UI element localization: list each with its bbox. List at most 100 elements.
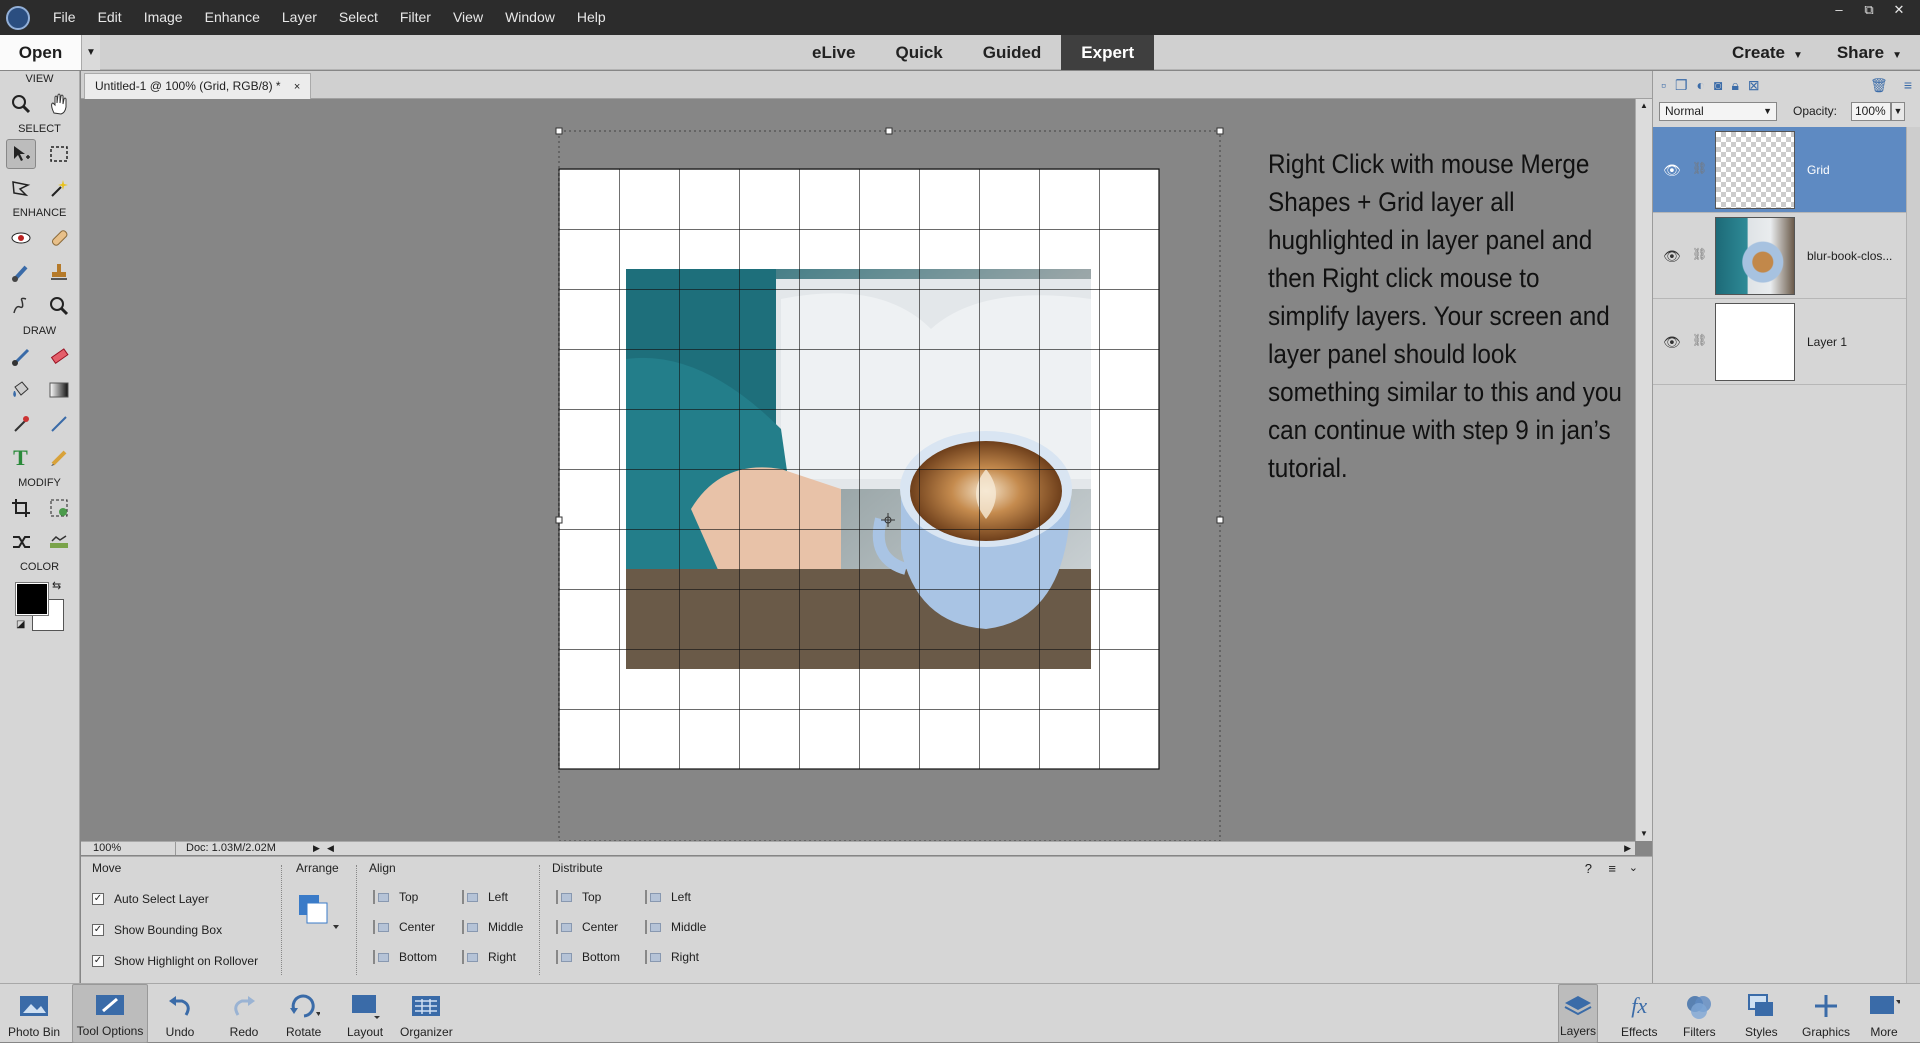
arrange-dropdown[interactable] [297,893,341,934]
visibility-eye-icon[interactable]: 👁︎ [1663,248,1681,265]
share-button[interactable]: Share ▼ [1837,35,1902,73]
redo-button[interactable]: Redo [228,984,260,1043]
show-bounding-box-option[interactable]: ✓ Show Bounding Box [92,920,222,940]
scroll-right-icon[interactable]: ▶ [1624,842,1631,855]
organizer-button[interactable]: Organizer [400,984,453,1043]
open-button[interactable]: Open [0,35,82,70]
paint-bucket-icon[interactable] [6,375,36,405]
visibility-eye-icon[interactable]: 👁︎ [1663,334,1681,351]
elements-logo-icon[interactable] [6,6,30,30]
close-window-button[interactable]: ✕ [1884,0,1914,35]
collapse-chevron-icon[interactable]: ⌄ [1629,861,1638,874]
panel-menu-icon[interactable]: ≡ [1904,77,1912,94]
undo-button[interactable]: Undo [164,984,196,1043]
auto-select-checkbox[interactable]: ✓ [92,893,104,905]
layer-row-layer1[interactable]: 👁︎ ⛓︎ Layer 1 [1653,299,1920,385]
auto-select-layer-option[interactable]: ✓ Auto Select Layer [92,889,209,909]
help-icon[interactable]: ? [1585,861,1592,876]
magic-wand-icon[interactable] [44,173,74,203]
highlight-checkbox[interactable]: ✓ [92,955,104,967]
distribute-top-button[interactable]: Top [556,887,601,907]
align-right-button[interactable]: Right [462,947,516,967]
distribute-right-button[interactable]: Right [645,947,699,967]
layout-button[interactable]: Layout [347,984,383,1043]
brush-tool-icon[interactable] [6,341,36,371]
layer-row-photo[interactable]: 👁︎ ⛓︎ blur-book-clos... [1653,213,1920,299]
adjustment-layer-icon[interactable]: ◐ [1697,77,1705,94]
tab-elive[interactable]: eLive [792,35,875,70]
link-icon[interactable]: ⛓︎ [1692,247,1707,261]
canvas-area[interactable]: Right Click with mouse Merge Shapes + Gr… [81,99,1635,841]
photo-bin-button[interactable]: Photo Bin [8,984,60,1043]
rotate-button[interactable]: Rotate [286,984,321,1043]
pencil-tool-icon[interactable] [44,443,74,473]
foreground-color-swatch[interactable] [15,582,49,616]
link-icon[interactable]: ⛓︎ [1692,333,1707,347]
status-menu-arrow-icon[interactable]: ▶ [313,842,320,855]
scroll-left-icon[interactable]: ◀ [327,842,334,855]
type-tool-icon[interactable]: T [6,443,36,473]
tab-quick[interactable]: Quick [875,35,962,70]
document-tab[interactable]: Untitled-1 @ 100% (Grid, RGB/8) * × [84,73,312,99]
layer-row-grid[interactable]: 👁︎ ⛓︎ Grid [1653,127,1920,213]
new-group-icon[interactable]: ❐ [1675,77,1688,94]
open-recent-dropdown[interactable]: ▼ [82,35,100,70]
align-left-button[interactable]: Left [462,887,508,907]
clone-stamp-icon[interactable] [44,257,74,287]
menu-edit[interactable]: Edit [87,0,133,35]
menu-select[interactable]: Select [328,0,389,35]
lasso-tool-icon[interactable] [6,173,36,203]
distribute-bottom-button[interactable]: Bottom [556,947,620,967]
effects-button[interactable]: fx Effects [1621,984,1657,1043]
healing-brush-icon[interactable] [44,223,74,253]
sponge-tool-icon[interactable] [44,291,74,321]
menu-view[interactable]: View [442,0,494,35]
line-tool-icon[interactable] [44,409,74,439]
distribute-left-button[interactable]: Left [645,887,691,907]
align-top-button[interactable]: Top [373,887,418,907]
crop-tool-icon[interactable] [6,493,36,523]
bounding-box-checkbox[interactable]: ✓ [92,924,104,936]
blur-tool-icon[interactable] [6,291,36,321]
visibility-eye-icon[interactable]: 👁︎ [1663,162,1681,179]
minimize-button[interactable]: – [1824,0,1854,35]
gradient-tool-icon[interactable] [44,375,74,405]
close-document-button[interactable]: × [294,81,300,93]
menu-filter[interactable]: Filter [389,0,442,35]
distribute-middle-button[interactable]: Middle [645,917,706,937]
tool-options-button[interactable]: Tool Options [72,984,148,1043]
marquee-tool-icon[interactable] [44,139,74,169]
blend-mode-dropdown[interactable]: Normal ▼ [1659,102,1777,121]
menu-layer[interactable]: Layer [271,0,328,35]
align-center-button[interactable]: Center [373,917,435,937]
opacity-field[interactable]: 100% [1851,102,1891,121]
default-colors-icon[interactable]: ◪ [16,619,25,630]
scroll-down-icon[interactable]: ▼ [1636,827,1652,841]
filters-button[interactable]: Filters [1683,984,1716,1043]
smart-brush-icon[interactable] [6,257,36,287]
recompose-tool-icon[interactable] [44,493,74,523]
menu-file[interactable]: File [42,0,87,35]
red-eye-tool-icon[interactable] [6,223,36,253]
vertical-scrollbar[interactable]: ▲ ▼ [1635,99,1652,841]
menu-enhance[interactable]: Enhance [194,0,271,35]
straighten-tool-icon[interactable] [44,527,74,557]
distribute-center-button[interactable]: Center [556,917,618,937]
styles-button[interactable]: Styles [1745,984,1778,1043]
layers-scrollbar[interactable] [1906,127,1920,983]
zoom-tool-icon[interactable] [6,89,36,119]
move-tool-icon[interactable] [5,139,36,169]
menu-window[interactable]: Window [494,0,566,35]
eyedropper-icon[interactable] [6,409,36,439]
zoom-level[interactable]: 100% [93,842,121,855]
graphics-button[interactable]: Graphics [1802,984,1850,1043]
panel-menu-icon[interactable]: ≡ [1608,861,1616,876]
layers-toggle-button[interactable]: Layers [1558,984,1598,1043]
create-button[interactable]: Create ▼ [1732,35,1803,73]
content-aware-move-icon[interactable] [6,527,36,557]
menu-image[interactable]: Image [133,0,194,35]
scroll-up-icon[interactable]: ▲ [1636,99,1652,113]
align-middle-button[interactable]: Middle [462,917,523,937]
align-bottom-button[interactable]: Bottom [373,947,437,967]
lock-transparent-icon[interactable]: ⊠ [1748,77,1760,94]
